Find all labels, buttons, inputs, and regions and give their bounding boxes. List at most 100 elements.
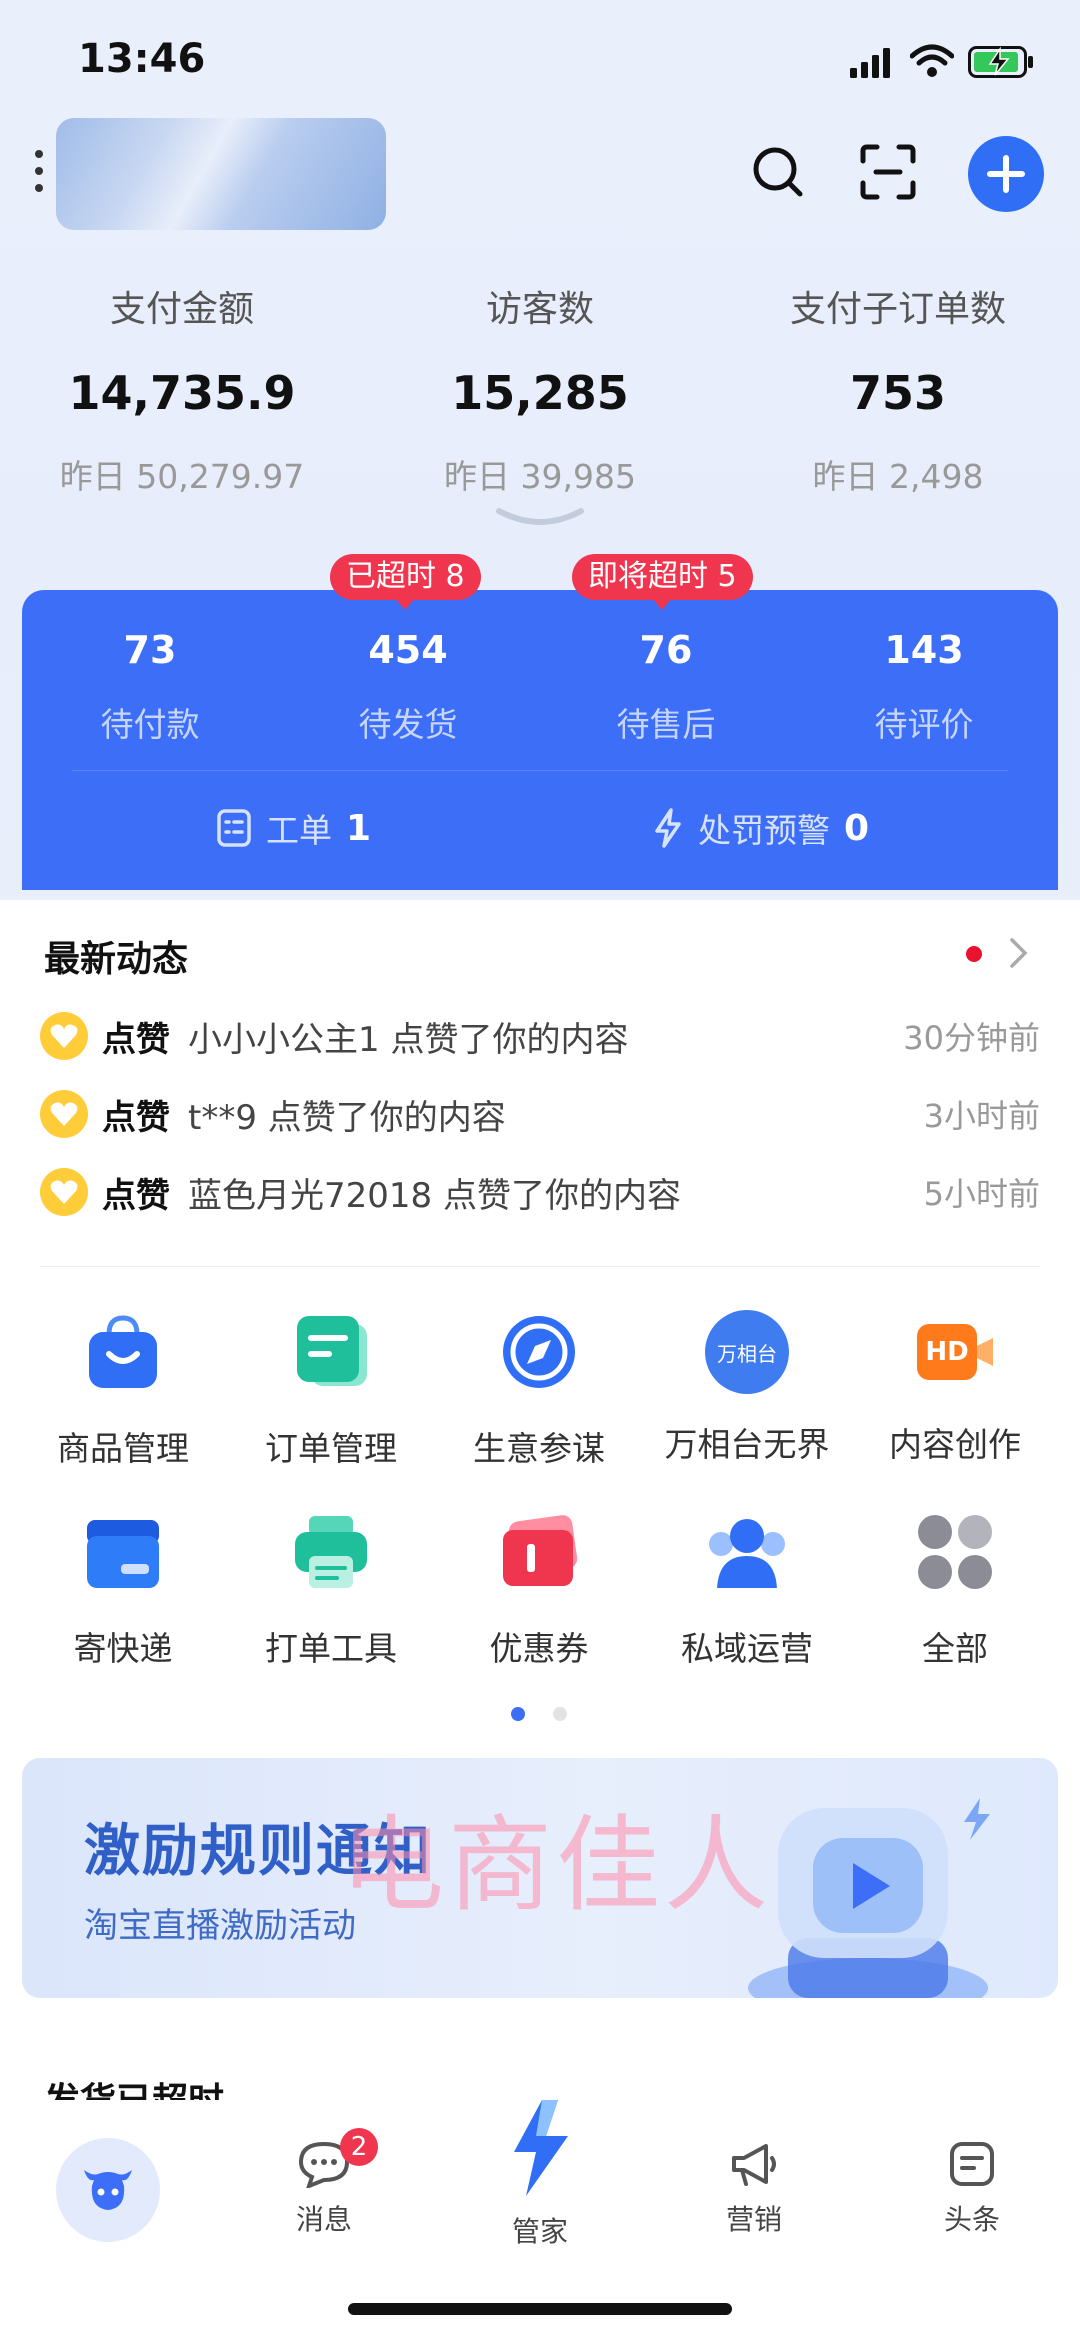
search-icon bbox=[753, 147, 803, 197]
stat-label: 支付金额 bbox=[109, 289, 254, 330]
expand-chevron-icon[interactable] bbox=[495, 505, 585, 533]
activity-type: 点赞 bbox=[102, 1097, 170, 1138]
stat-visitors[interactable]: 访客数 15,285 昨日 39,985 bbox=[380, 280, 700, 498]
stat-yesterday: 昨日 39,985 bbox=[444, 457, 636, 496]
heart-icon bbox=[40, 1012, 88, 1060]
megaphone-icon bbox=[732, 2144, 776, 2186]
tool-label: 打单工具 bbox=[265, 1629, 397, 1668]
order-label: 待售后 bbox=[616, 705, 716, 744]
stat-value: 753 bbox=[849, 366, 947, 420]
stat-payment-amount[interactable]: 支付金额 14,735.9 昨日 50,279.97 bbox=[22, 280, 342, 498]
activity-time: 30分钟前 bbox=[903, 1019, 1040, 1057]
order-count: 73 bbox=[123, 628, 177, 672]
order-doc-icon bbox=[297, 1316, 367, 1386]
activity-time: 5小时前 bbox=[923, 1175, 1040, 1213]
tab-label: 管家 bbox=[511, 2215, 568, 2248]
tool-order-management[interactable]: 订单管理 bbox=[226, 1310, 436, 1470]
penalty-warning-link[interactable]: 处罚预警 0 bbox=[652, 800, 869, 856]
news-doc-icon bbox=[950, 2142, 994, 2186]
tool-label: 万相台无界 bbox=[664, 1425, 830, 1464]
tool-content-creation[interactable]: HD 内容创作 bbox=[850, 1310, 1060, 1466]
activity-item[interactable]: 点赞 t**9 点赞了你的内容 3小时前 bbox=[40, 1084, 1040, 1144]
activity-message: 蓝色月光72018 点赞了你的内容 bbox=[188, 1175, 681, 1216]
tool-print-orders[interactable]: 打单工具 bbox=[226, 1510, 436, 1670]
activity-title: 最新动态 bbox=[44, 939, 189, 980]
compass-icon bbox=[503, 1316, 575, 1388]
tool-label: 内容创作 bbox=[889, 1425, 1021, 1464]
order-count: 76 bbox=[639, 628, 693, 672]
order-after-sales[interactable]: 76 待售后 bbox=[556, 628, 776, 746]
order-pending-shipment[interactable]: 454 待发货 bbox=[298, 628, 518, 746]
ticket-label: 工单 bbox=[266, 811, 332, 850]
section-divider bbox=[40, 1266, 1040, 1267]
lightning-logo-icon bbox=[514, 2100, 568, 2196]
tab-label: 消息 bbox=[295, 2203, 352, 2236]
tab-home[interactable] bbox=[56, 2138, 160, 2242]
search-button[interactable] bbox=[746, 140, 810, 204]
page-indicator bbox=[553, 1707, 567, 1721]
order-count: 143 bbox=[884, 628, 964, 672]
users-icon bbox=[709, 1519, 785, 1588]
shopping-bag-icon bbox=[89, 1315, 157, 1388]
activity-type: 点赞 bbox=[102, 1175, 170, 1216]
order-label: 待发货 bbox=[358, 705, 458, 744]
scan-button[interactable] bbox=[856, 140, 920, 204]
stat-label: 支付子订单数 bbox=[789, 289, 1006, 330]
card-divider bbox=[72, 770, 1008, 771]
tool-label: 寄快递 bbox=[73, 1629, 173, 1668]
order-pending-payment[interactable]: 73 待付款 bbox=[40, 628, 260, 746]
ticket-count: 1 bbox=[346, 807, 372, 849]
work-order-link[interactable]: 工单 1 bbox=[216, 800, 371, 856]
activity-item[interactable]: 点赞 蓝色月光72018 点赞了你的内容 5小时前 bbox=[40, 1162, 1040, 1222]
stat-value: 15,285 bbox=[451, 366, 629, 420]
due-soon-badge[interactable]: 即将超时 5 bbox=[572, 554, 753, 610]
tool-all[interactable]: 全部 bbox=[850, 1510, 1060, 1670]
tool-label: 私域运营 bbox=[681, 1629, 813, 1668]
order-count: 454 bbox=[368, 628, 448, 672]
cow-head-icon bbox=[84, 2170, 132, 2210]
battery-charging-icon bbox=[968, 46, 1033, 78]
tool-label: 优惠券 bbox=[489, 1629, 589, 1668]
tab-headlines[interactable]: 头条 bbox=[892, 2140, 1052, 2238]
wanxiangtai-logo-icon: 万相台 bbox=[705, 1310, 789, 1394]
add-button[interactable] bbox=[968, 136, 1044, 212]
lightning-icon bbox=[655, 808, 681, 848]
stat-label: 访客数 bbox=[485, 289, 594, 330]
overdue-badge[interactable]: 已超时 8 bbox=[330, 554, 481, 610]
penalty-label: 处罚预警 bbox=[698, 811, 830, 850]
tab-messages[interactable]: 消息 bbox=[244, 2140, 404, 2238]
penalty-count: 0 bbox=[844, 807, 870, 849]
logo-text: HD bbox=[925, 1337, 969, 1367]
drag-handle-icon[interactable] bbox=[34, 148, 44, 194]
tab-butler[interactable]: 管家 bbox=[460, 2096, 620, 2250]
activity-item[interactable]: 点赞 小小小公主1 点赞了你的内容 30分钟前 bbox=[40, 1006, 1040, 1066]
tab-label: 营销 bbox=[725, 2203, 782, 2236]
plus-icon bbox=[987, 155, 1025, 193]
chevron-right-icon[interactable] bbox=[1006, 936, 1032, 970]
message-count-badge: 2 bbox=[340, 2128, 378, 2166]
shop-name-blurred[interactable] bbox=[56, 118, 386, 230]
tool-wanxiangtai[interactable]: 万相台 万相台无界 bbox=[642, 1310, 852, 1466]
home-indicator bbox=[348, 2303, 732, 2315]
tab-marketing[interactable]: 营销 bbox=[674, 2140, 834, 2238]
printer-icon bbox=[295, 1516, 367, 1588]
order-label: 待评价 bbox=[874, 705, 974, 744]
heart-icon bbox=[40, 1090, 88, 1138]
tool-product-management[interactable]: 商品管理 bbox=[18, 1310, 228, 1470]
scan-icon bbox=[860, 144, 916, 200]
tool-label: 订单管理 bbox=[265, 1429, 397, 1468]
express-box-icon bbox=[87, 1520, 159, 1588]
stat-yesterday: 昨日 50,279.97 bbox=[59, 457, 305, 496]
tool-express-delivery[interactable]: 寄快递 bbox=[18, 1510, 228, 1670]
order-pending-review[interactable]: 143 待评价 bbox=[814, 628, 1034, 746]
tool-private-domain[interactable]: 私域运营 bbox=[642, 1510, 852, 1670]
tool-business-advisor[interactable]: 生意参谋 bbox=[434, 1310, 644, 1470]
hd-camera-icon: HD bbox=[913, 1310, 997, 1394]
tool-label: 商品管理 bbox=[57, 1429, 189, 1468]
stat-sub-orders[interactable]: 支付子订单数 753 昨日 2,498 bbox=[738, 280, 1058, 498]
tool-coupons[interactable]: 优惠券 bbox=[434, 1510, 644, 1670]
activity-message: 小小小公主1 点赞了你的内容 bbox=[188, 1019, 629, 1060]
activity-message: t**9 点赞了你的内容 bbox=[188, 1097, 506, 1138]
activity-time: 3小时前 bbox=[923, 1097, 1040, 1135]
activity-type: 点赞 bbox=[102, 1019, 170, 1060]
